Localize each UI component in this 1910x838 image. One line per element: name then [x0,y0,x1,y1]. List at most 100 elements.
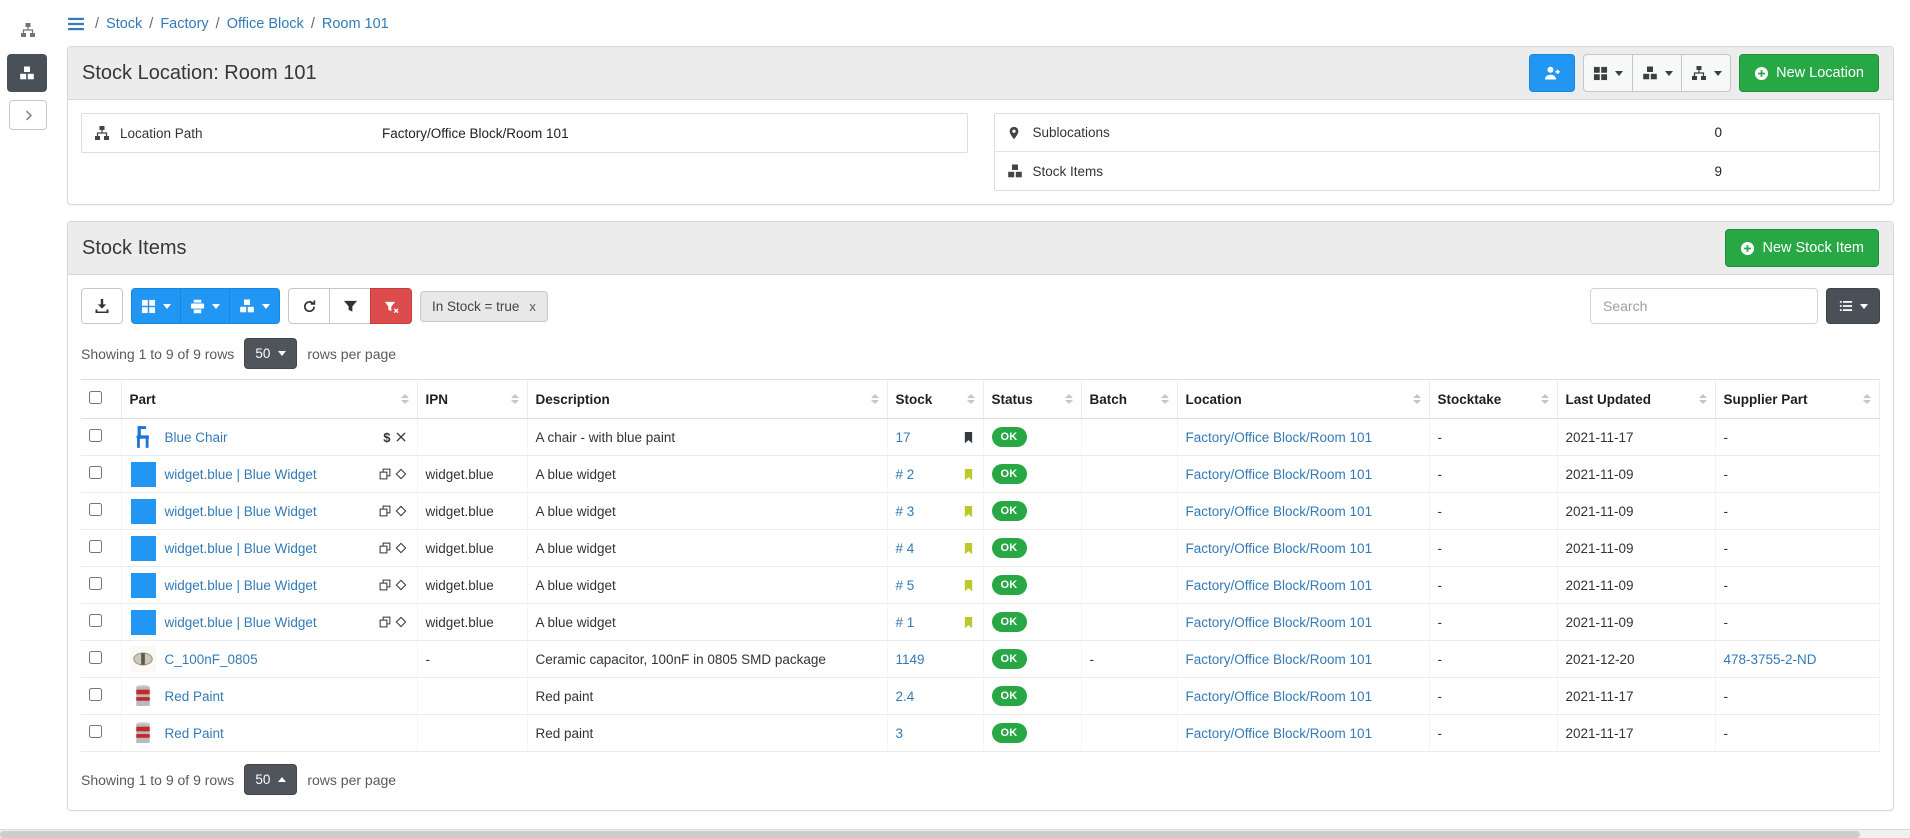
row-checkbox[interactable] [89,577,102,590]
list-icon [1839,299,1853,313]
sort-icon[interactable] [1161,394,1169,404]
location-link[interactable]: Factory/Office Block/Room 101 [1186,578,1373,593]
column-header-stocktake[interactable]: Stocktake [1429,380,1557,419]
filter-button[interactable] [329,288,371,324]
column-header-last-updated[interactable]: Last Updated [1557,380,1715,419]
breadcrumb-link[interactable]: Stock [106,16,142,32]
stock-options-button[interactable] [229,288,280,324]
sidebar-tab-stock[interactable] [7,54,47,92]
location-link[interactable]: Factory/Office Block/Room 101 [1186,467,1373,482]
breadcrumb-link[interactable]: Factory [160,16,208,32]
download-button[interactable] [81,288,123,324]
part-thumbnail[interactable] [130,609,157,636]
row-checkbox[interactable] [89,503,102,516]
breadcrumb-link[interactable]: Office Block [227,16,304,32]
part-thumbnail[interactable] [130,646,157,673]
row-checkbox[interactable] [89,688,102,701]
barcode-user-button[interactable] [1529,54,1575,92]
options-menu-button[interactable] [1583,54,1633,92]
location-link[interactable]: Factory/Office Block/Room 101 [1186,652,1373,667]
column-header-ipn[interactable]: IPN [417,380,527,419]
part-thumbnail[interactable] [130,498,157,525]
stock-link[interactable]: # 4 [896,541,915,556]
sort-icon[interactable] [1541,394,1549,404]
location-link[interactable]: Factory/Office Block/Room 101 [1186,689,1373,704]
supplier-part-link[interactable]: 478-3755-2-ND [1724,652,1817,667]
sidebar-expand-button[interactable] [9,100,47,130]
filter-x-icon [384,299,399,314]
stock-link[interactable]: # 2 [896,467,915,482]
part-thumbnail[interactable] [130,535,157,562]
breadcrumb-link[interactable]: Room 101 [322,16,389,32]
column-header-supplier-part[interactable]: Supplier Part [1715,380,1880,419]
part-link[interactable]: widget.blue | Blue Widget [165,615,317,630]
filter-chip[interactable]: In Stock = true x [420,291,548,322]
row-checkbox[interactable] [89,614,102,627]
location-link[interactable]: Factory/Office Block/Room 101 [1186,504,1373,519]
column-header-batch[interactable]: Batch [1081,380,1177,419]
sort-icon[interactable] [511,394,519,404]
column-header-description[interactable]: Description [527,380,887,419]
part-link[interactable]: C_100nF_0805 [165,652,258,667]
part-link[interactable]: Red Paint [165,726,224,741]
location-link[interactable]: Factory/Office Block/Room 101 [1186,615,1373,630]
remove-filter-icon[interactable]: x [529,299,536,314]
sidebar-tab-sublocations[interactable] [9,14,47,46]
part-thumbnail[interactable] [130,424,157,451]
column-header-stock[interactable]: Stock [887,380,983,419]
location-link[interactable]: Factory/Office Block/Room 101 [1186,430,1373,445]
part-thumbnail[interactable] [130,683,157,710]
search-input[interactable] [1590,288,1818,324]
stock-link[interactable]: # 1 [896,615,915,630]
part-link[interactable]: widget.blue | Blue Widget [165,467,317,482]
page-size-button[interactable]: 50 [244,764,297,795]
new-stock-item-button[interactable]: New Stock Item [1725,229,1879,267]
stock-link[interactable]: 3 [896,726,904,741]
part-link[interactable]: widget.blue | Blue Widget [165,504,317,519]
part-link[interactable]: Red Paint [165,689,224,704]
location-link[interactable]: Factory/Office Block/Room 101 [1186,541,1373,556]
part-thumbnail[interactable] [130,720,157,747]
clear-filters-button[interactable] [370,288,412,324]
sort-icon[interactable] [1863,394,1871,404]
row-checkbox[interactable] [89,429,102,442]
sort-icon[interactable] [401,394,409,404]
table-columns-button[interactable] [131,288,181,324]
horizontal-scrollbar[interactable] [0,829,1910,838]
column-header-status[interactable]: Status [983,380,1081,419]
part-link[interactable]: widget.blue | Blue Widget [165,541,317,556]
column-header-part[interactable]: Part [121,380,417,419]
refresh-button[interactable] [288,288,330,324]
scrollbar-thumb[interactable] [0,831,1860,838]
stock-actions-button[interactable] [1632,54,1682,92]
location-actions-button[interactable] [1681,54,1731,92]
stock-link[interactable]: # 5 [896,578,915,593]
stock-link[interactable]: 2.4 [896,689,915,704]
location-link[interactable]: Factory/Office Block/Room 101 [1186,726,1373,741]
stock-link[interactable]: 17 [896,430,911,445]
print-actions-button[interactable] [180,288,230,324]
part-thumbnail[interactable] [130,461,157,488]
row-checkbox[interactable] [89,466,102,479]
stock-link[interactable]: 1149 [896,652,925,667]
sort-icon[interactable] [1413,394,1421,404]
part-link[interactable]: Blue Chair [165,430,228,445]
page-size-button[interactable]: 50 [244,338,297,369]
menu-icon[interactable] [67,15,85,33]
part-link[interactable]: widget.blue | Blue Widget [165,578,317,593]
breadcrumb-separator: / [95,16,99,32]
sort-icon[interactable] [967,394,975,404]
part-thumbnail[interactable] [130,572,157,599]
sort-icon[interactable] [871,394,879,404]
select-all-checkbox[interactable] [89,391,102,404]
sort-icon[interactable] [1699,394,1707,404]
new-location-button[interactable]: New Location [1739,54,1879,92]
row-checkbox[interactable] [89,540,102,553]
row-checkbox[interactable] [89,651,102,664]
column-header-location[interactable]: Location [1177,380,1429,419]
stock-link[interactable]: # 3 [896,504,915,519]
view-mode-button[interactable] [1826,288,1880,324]
sort-icon[interactable] [1065,394,1073,404]
status-badge: OK [992,686,1027,706]
row-checkbox[interactable] [89,725,102,738]
